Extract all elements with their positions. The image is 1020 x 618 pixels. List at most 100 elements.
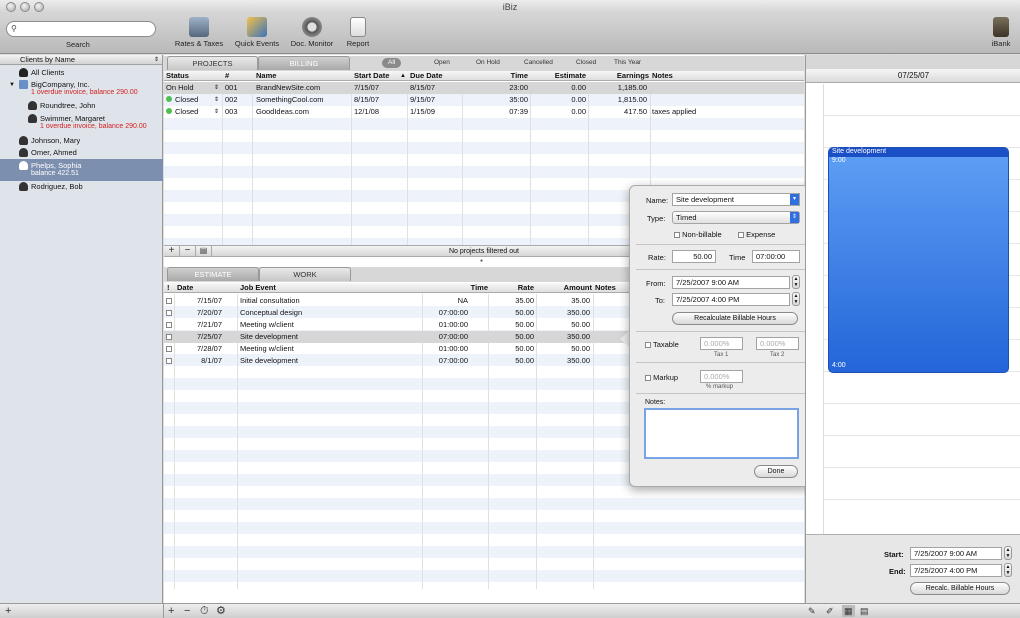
end-datetime-field[interactable]: 7/25/2007 4:00 PM xyxy=(910,564,1002,577)
col-amount[interactable]: Amount xyxy=(536,283,592,293)
col-due-date[interactable]: Due Date xyxy=(410,71,443,81)
doc-monitor-button[interactable]: Doc. Monitor xyxy=(287,17,337,48)
filter-closed[interactable]: Closed xyxy=(576,58,596,68)
event-flag-checkbox[interactable] xyxy=(166,298,172,304)
filter-open[interactable]: Open xyxy=(434,58,450,68)
recalculate-billable-hours-button[interactable]: Recalculate Billable Hours xyxy=(672,312,798,325)
event-time: NA xyxy=(457,296,468,305)
col-rate[interactable]: Rate xyxy=(490,283,534,293)
nonbillable-box[interactable] xyxy=(674,232,680,238)
col-estimate[interactable]: Estimate xyxy=(532,71,586,81)
tab-estimate[interactable]: ESTIMATE xyxy=(167,267,259,281)
event-flag-checkbox[interactable] xyxy=(166,358,172,364)
tab-projects[interactable]: PROJECTS xyxy=(167,56,258,70)
rates-taxes-button[interactable]: Rates & Taxes xyxy=(171,17,227,48)
event-flag-checkbox[interactable] xyxy=(166,310,172,316)
col-start-date[interactable]: Start Date xyxy=(354,71,389,81)
client-item-omer[interactable]: Omer, Ahmed xyxy=(0,148,163,157)
from-datetime-field[interactable]: 7/25/2007 9:00 AM xyxy=(672,276,790,289)
client-item-rodriguez[interactable]: Rodriguez, Bob xyxy=(0,182,163,191)
taxable-box[interactable] xyxy=(645,342,651,348)
event-rate: 50.00 xyxy=(515,332,534,341)
project-row[interactable]: Closed ⇕ 003 GoodIdeas.com 12/1/08 1/15/… xyxy=(164,106,804,118)
tax2-field[interactable]: 0.000% xyxy=(756,337,799,350)
to-datetime-field[interactable]: 7/25/2007 4:00 PM xyxy=(672,293,790,306)
col-event-notes[interactable]: Notes xyxy=(595,283,616,293)
splitter-handle-icon[interactable]: ● xyxy=(480,258,483,264)
col-flag[interactable]: ! xyxy=(167,283,170,293)
ibank-button[interactable]: iBank xyxy=(988,17,1014,48)
client-item-swimmer[interactable]: Swimmer, Margaret 1 overdue invoice, bal… xyxy=(0,114,163,131)
disclosure-triangle-icon[interactable]: ▼ xyxy=(9,81,15,89)
list-view-icon[interactable]: ▤ xyxy=(860,605,869,617)
report-button[interactable]: Report xyxy=(342,17,374,48)
event-flag-checkbox[interactable] xyxy=(166,346,172,352)
status-stepper-icon[interactable]: ⇕ xyxy=(214,94,219,106)
done-button[interactable]: Done xyxy=(754,465,798,478)
zoom-window-button[interactable] xyxy=(34,2,44,12)
gear-icon[interactable]: ⚙ xyxy=(216,605,226,617)
client-item-all[interactable]: All Clients xyxy=(0,68,163,77)
markup-field[interactable]: 0.000% xyxy=(700,370,743,383)
event-name-combobox[interactable]: Site development ▾ xyxy=(672,193,800,206)
filter-this-year[interactable]: This Year xyxy=(614,58,641,68)
tax1-field[interactable]: 0.000% xyxy=(700,337,743,350)
col-job-event[interactable]: Job Event xyxy=(240,283,276,293)
client-item-phelps[interactable]: Phelps, Sophia balance 422.51 xyxy=(0,159,163,181)
timer-icon[interactable]: ⏱ xyxy=(200,605,209,617)
notes-textarea[interactable] xyxy=(644,408,799,459)
markup-box[interactable] xyxy=(645,375,651,381)
tab-work[interactable]: WORK xyxy=(259,267,351,281)
nonbillable-checkbox[interactable]: Non-billable xyxy=(674,230,722,239)
col-time[interactable]: Time xyxy=(464,71,528,81)
event-type-popup[interactable]: Timed ⇕ xyxy=(672,211,800,224)
sort-ascending-icon: ▲ xyxy=(400,73,406,79)
client-item-roundtree[interactable]: Roundtree, John xyxy=(0,101,163,110)
col-status[interactable]: Status xyxy=(166,71,189,81)
rate-field[interactable]: 50.00 xyxy=(672,250,716,263)
status-stepper-icon[interactable]: ⇕ xyxy=(214,82,219,94)
expense-checkbox[interactable]: Expense xyxy=(738,230,775,239)
calendar-event-block[interactable]: Site development 9:00 4:00 xyxy=(828,147,1009,373)
col-number[interactable]: # xyxy=(225,71,229,81)
from-stepper[interactable]: ▲ ▼ xyxy=(792,275,800,289)
start-stepper[interactable]: ▲ ▼ xyxy=(1004,546,1012,560)
day-view-icon[interactable]: ▦ xyxy=(842,605,855,617)
end-stepper[interactable]: ▲ ▼ xyxy=(1004,563,1012,577)
project-row[interactable]: Closed ⇕ 002 SomethingCool.com 8/15/07 9… xyxy=(164,94,804,106)
quick-events-button[interactable]: Quick Events xyxy=(231,17,283,48)
event-flag-checkbox[interactable] xyxy=(166,322,172,328)
close-window-button[interactable] xyxy=(6,2,16,12)
to-stepper[interactable]: ▲ ▼ xyxy=(792,292,800,306)
client-item-bigcompany[interactable]: ▼ BigCompany, Inc. 1 overdue invoice, ba… xyxy=(0,80,163,97)
event-edit-popover: Name: Site development ▾ Type: Timed ⇕ N… xyxy=(629,185,811,487)
search-field[interactable]: ⚲ xyxy=(6,21,156,37)
markup-checkbox[interactable]: Markup xyxy=(645,373,678,382)
filter-cancelled[interactable]: Cancelled xyxy=(524,58,553,68)
event-flag-checkbox[interactable] xyxy=(166,334,172,340)
clients-sort-popup[interactable]: Clients by Name ⇕ xyxy=(0,55,162,65)
status-stepper-icon[interactable]: ⇕ xyxy=(214,106,219,118)
col-notes[interactable]: Notes xyxy=(652,71,673,81)
recalc-billable-hours-button[interactable]: Recalc. Billable Hours xyxy=(910,582,1010,595)
minimize-window-button[interactable] xyxy=(20,2,30,12)
pencil-icon[interactable]: ✐ xyxy=(826,605,834,617)
expense-box[interactable] xyxy=(738,232,744,238)
filter-all[interactable]: All xyxy=(382,58,402,68)
col-date[interactable]: Date xyxy=(177,283,193,293)
combobox-arrow-icon[interactable]: ▾ xyxy=(790,194,799,205)
remove-event-button[interactable]: − xyxy=(184,605,190,617)
client-item-johnson[interactable]: Johnson, Mary xyxy=(0,136,163,145)
add-event-button[interactable]: + xyxy=(168,605,174,617)
filter-on-hold[interactable]: On Hold xyxy=(476,58,500,68)
add-client-button[interactable]: + xyxy=(5,605,11,617)
time-field[interactable]: 07:00:00 xyxy=(752,250,800,263)
pin-icon[interactable]: ✎ xyxy=(808,605,816,617)
col-name[interactable]: Name xyxy=(256,71,276,81)
col-earnings[interactable]: Earnings xyxy=(589,71,649,81)
col-event-time[interactable]: Time xyxy=(424,283,488,293)
tab-billing[interactable]: BILLING xyxy=(258,56,350,70)
start-datetime-field[interactable]: 7/25/2007 9:00 AM xyxy=(910,547,1002,560)
project-row[interactable]: On Hold ⇕ 001 BrandNewSite.com 7/15/07 8… xyxy=(164,82,804,94)
taxable-checkbox[interactable]: Taxable xyxy=(645,340,679,349)
